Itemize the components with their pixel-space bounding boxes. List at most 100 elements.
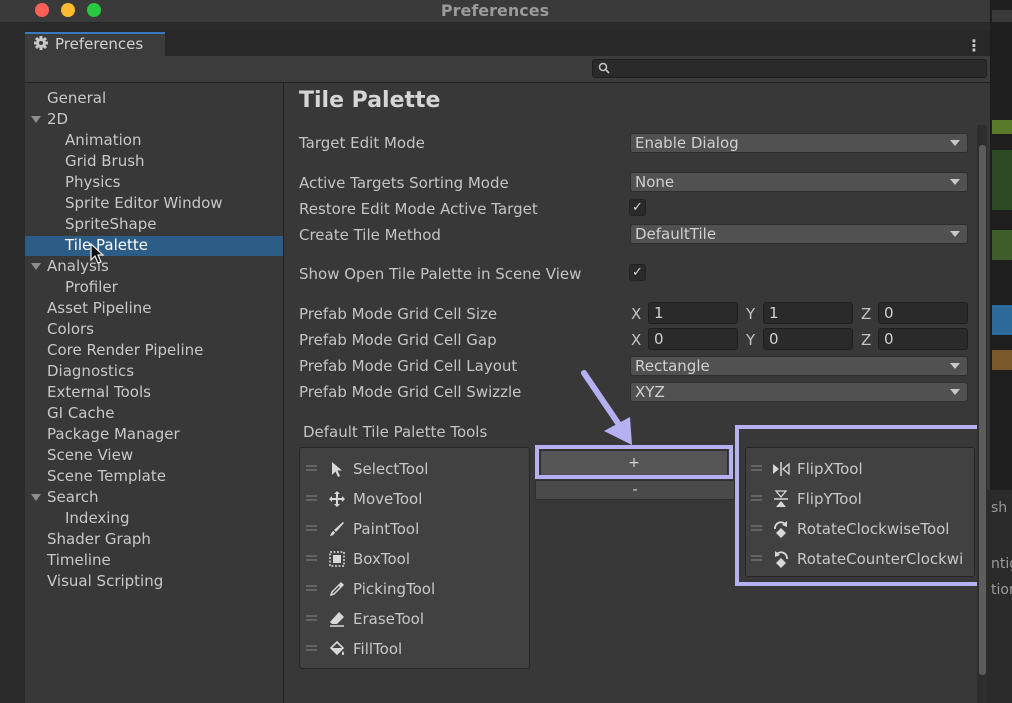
adjacent-panel-text: sh — [991, 500, 1008, 516]
sidebar-item-2d[interactable]: 2D — [47, 109, 68, 129]
splitter[interactable] — [283, 83, 284, 703]
drag-handle-icon[interactable] — [306, 495, 317, 501]
sidebar-item-diagnostics[interactable]: Diagnostics — [47, 361, 134, 381]
target-edit-mode-label: Target Edit Mode — [299, 134, 425, 152]
sidebar-item-tile-palette[interactable]: Tile Palette — [65, 235, 148, 255]
list-item[interactable]: PickingTool — [353, 579, 435, 599]
sidebar-item-sprite-editor-window[interactable]: Sprite Editor Window — [65, 193, 223, 213]
dropdown-value: None — [635, 173, 675, 191]
remove-tool-button[interactable]: - — [535, 480, 735, 500]
annotation-arrow-icon — [581, 370, 632, 445]
window-title: Preferences — [440, 1, 550, 20]
y-axis-label: Y — [746, 331, 756, 349]
sidebar-item-visual-scripting[interactable]: Visual Scripting — [47, 571, 163, 591]
list-item[interactable]: FillTool — [353, 639, 402, 659]
cell-gap-y-field[interactable]: 0 — [763, 328, 853, 350]
dropdown-value: DefaultTile — [635, 225, 717, 243]
paint-brush-icon — [330, 522, 344, 536]
sidebar-item-indexing[interactable]: Indexing — [65, 508, 130, 528]
sorting-mode-label: Active Targets Sorting Mode — [299, 174, 509, 192]
x-axis-label: X — [631, 305, 642, 323]
tools-section-label: Default Tile Palette Tools — [303, 423, 488, 441]
expand-caret-icon[interactable] — [31, 263, 41, 270]
fill-bucket-icon — [329, 640, 345, 656]
drag-handle-icon[interactable] — [306, 555, 317, 561]
sidebar-item-spriteshape[interactable]: SpriteShape — [65, 214, 156, 234]
show-open-tile-palette-label: Show Open Tile Palette in Scene View — [299, 265, 582, 283]
dropdown-value: Enable Dialog — [635, 134, 739, 152]
sidebar-item-timeline[interactable]: Timeline — [47, 550, 111, 570]
search-input[interactable] — [592, 59, 987, 78]
sidebar-item-physics[interactable]: Physics — [65, 172, 120, 192]
sidebar-item-scene-view[interactable]: Scene View — [47, 445, 133, 465]
chevron-down-icon — [950, 179, 960, 185]
drag-handle-icon[interactable] — [306, 645, 317, 651]
sidebar-item-search[interactable]: Search — [47, 487, 99, 507]
list-item[interactable]: PaintTool — [353, 519, 419, 539]
highlight-box — [735, 425, 987, 586]
drag-handle-icon[interactable] — [306, 615, 317, 621]
sidebar-item-profiler[interactable]: Profiler — [65, 277, 118, 297]
sidebar-item-asset-pipeline[interactable]: Asset Pipeline — [47, 298, 151, 318]
gear-icon — [34, 36, 48, 50]
create-tile-method-dropdown[interactable]: DefaultTile — [630, 224, 968, 244]
list-item[interactable]: MoveTool — [353, 489, 422, 509]
list-item[interactable]: SelectTool — [353, 459, 428, 479]
cell-size-label: Prefab Mode Grid Cell Size — [299, 305, 498, 323]
sidebar-item-gi-cache[interactable]: GI Cache — [47, 403, 114, 423]
drag-handle-icon[interactable] — [306, 465, 317, 471]
eraser-icon — [330, 612, 344, 627]
cell-size-z-field[interactable]: 0 — [878, 302, 968, 324]
sidebar-item-package-manager[interactable]: Package Manager — [47, 424, 180, 444]
sidebar-item-animation[interactable]: Animation — [65, 130, 141, 150]
sidebar-item-general[interactable]: General — [47, 88, 106, 108]
cell-swizzle-label: Prefab Mode Grid Cell Swizzle — [299, 383, 522, 401]
more-options-icon[interactable]: ⋮ — [966, 36, 982, 55]
create-tile-method-label: Create Tile Method — [299, 226, 441, 244]
sidebar-item-external-tools[interactable]: External Tools — [47, 382, 151, 402]
restore-edit-mode-checkbox[interactable]: ✓ — [629, 199, 646, 216]
chevron-down-icon — [950, 140, 960, 146]
sidebar-item-shader-graph[interactable]: Shader Graph — [47, 529, 151, 549]
select-arrow-icon — [332, 462, 342, 477]
picker-icon — [329, 582, 344, 597]
cell-gap-label: Prefab Mode Grid Cell Gap — [299, 331, 497, 349]
cell-layout-dropdown[interactable]: Rectangle — [630, 356, 968, 376]
sidebar-item-grid-brush[interactable]: Grid Brush — [65, 151, 145, 171]
highlight-box — [535, 445, 733, 479]
z-axis-label: Z — [861, 305, 872, 323]
cell-gap-x-field[interactable]: 0 — [648, 328, 738, 350]
show-open-tile-palette-checkbox[interactable]: ✓ — [629, 264, 646, 281]
page-title: Tile Palette — [299, 88, 441, 113]
sidebar-selection — [25, 236, 283, 256]
chevron-down-icon — [950, 363, 960, 369]
sidebar-item-colors[interactable]: Colors — [47, 319, 94, 339]
cell-size-y-field[interactable]: 1 — [763, 302, 853, 324]
target-edit-mode-dropdown[interactable]: Enable Dialog — [630, 133, 968, 153]
list-item[interactable]: BoxTool — [353, 549, 410, 569]
cell-layout-label: Prefab Mode Grid Cell Layout — [299, 357, 518, 375]
adjacent-panel-text: tion — [991, 582, 1012, 598]
drag-handle-icon[interactable] — [306, 525, 317, 531]
scrollbar-thumb[interactable] — [979, 145, 986, 675]
search-icon — [598, 62, 610, 74]
move-icon — [329, 491, 345, 507]
cell-gap-z-field[interactable]: 0 — [878, 328, 968, 350]
expand-caret-icon[interactable] — [31, 116, 41, 123]
mouse-cursor-icon — [90, 243, 105, 264]
y-axis-label: Y — [746, 305, 756, 323]
cell-size-x-field[interactable]: 1 — [648, 302, 738, 324]
drag-handle-icon[interactable] — [306, 585, 317, 591]
sorting-mode-dropdown[interactable]: None — [630, 172, 968, 192]
cell-swizzle-dropdown[interactable]: XYZ — [630, 382, 968, 402]
expand-caret-icon[interactable] — [31, 494, 41, 501]
sidebar-item-core-render-pipeline[interactable]: Core Render Pipeline — [47, 340, 203, 360]
sidebar-item-scene-template[interactable]: Scene Template — [47, 466, 166, 486]
box-fill-icon — [329, 551, 345, 567]
list-item[interactable]: EraseTool — [353, 609, 424, 629]
chevron-down-icon — [950, 389, 960, 395]
restore-edit-mode-label: Restore Edit Mode Active Target — [299, 200, 538, 218]
z-axis-label: Z — [861, 331, 872, 349]
chevron-down-icon — [950, 231, 960, 237]
x-axis-label: X — [631, 331, 642, 349]
